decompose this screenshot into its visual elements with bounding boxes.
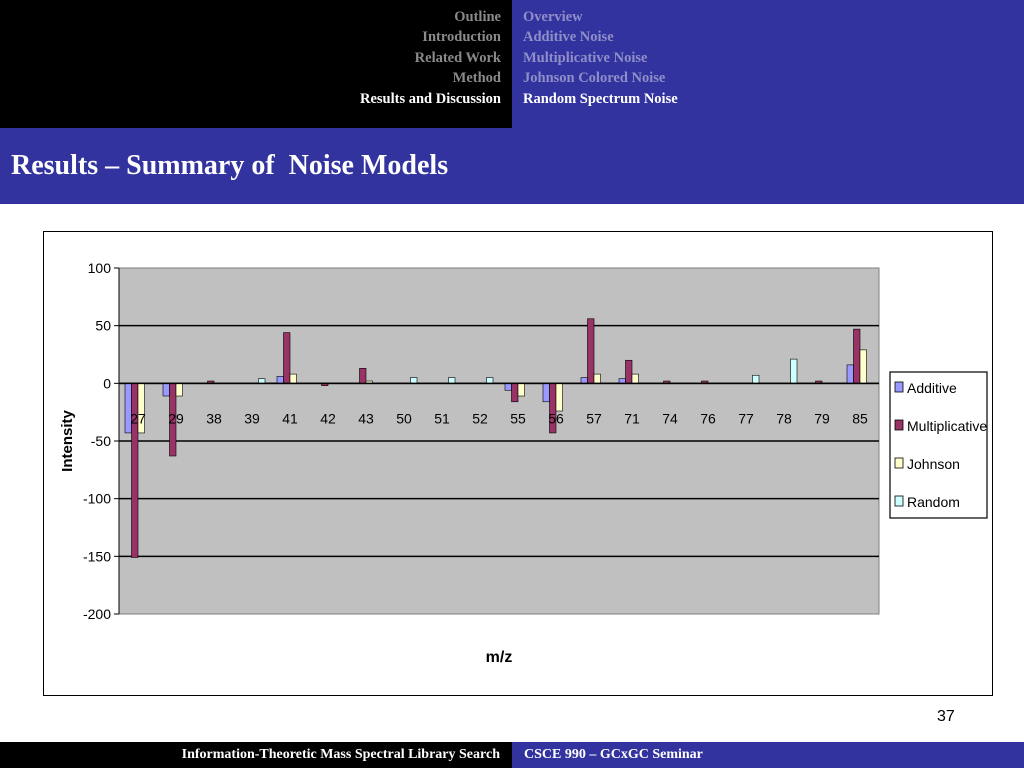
legend-label-johnson: Johnson (907, 456, 960, 472)
bar-random-52 (486, 377, 494, 384)
x-tick-label: 55 (510, 410, 526, 426)
bar-additive-57 (580, 377, 588, 384)
bar-random-77 (752, 374, 760, 384)
x-tick-label: 38 (206, 410, 222, 426)
bar-multiplicative-55 (511, 383, 519, 403)
y-tick-label: -50 (91, 433, 111, 449)
y-tick-label: -150 (83, 548, 111, 564)
bar-additive-85 (846, 364, 854, 384)
bar-johnson-41 (289, 373, 297, 384)
page-number: 37 (937, 708, 955, 725)
x-axis-title: m/z (486, 649, 513, 666)
x-tick-label: 56 (548, 410, 564, 426)
bar-additive-56 (542, 383, 550, 403)
bar-multiplicative-71 (625, 359, 633, 384)
bar-multiplicative-41 (283, 332, 291, 384)
subsection-nav: Overview Additive Noise Multiplicative Noi… (523, 7, 678, 109)
bar-random-78 (790, 358, 798, 384)
x-tick-label: 42 (320, 410, 336, 426)
x-tick-label: 41 (282, 410, 298, 426)
legend-label-multiplicative: Multiplicative (907, 418, 987, 434)
footer-left-panel: Information-Theoretic Mass Spectral Libr… (0, 742, 512, 768)
subnav-item-overview[interactable]: Overview (523, 7, 678, 27)
bar-random-51 (448, 377, 456, 384)
x-tick-label: 29 (168, 410, 184, 426)
nav-item-results-and-discussion[interactable]: Results and Discussion (360, 89, 501, 109)
x-tick-label: 50 (396, 410, 412, 426)
chart-frame: 100 50 0 -50 -100 -150 -200 27 29 38 39 41 42 43 50 51 5… (43, 231, 993, 696)
y-tick-label: -100 (83, 491, 111, 507)
x-tick-label: 52 (472, 410, 488, 426)
bar-multiplicative-43 (359, 368, 367, 384)
x-tick-label: 76 (700, 410, 716, 426)
x-tick-label: 27 (130, 410, 146, 426)
bar-multiplicative-85 (853, 328, 861, 384)
footer-course-name: CSCE 990 – GCxGC Seminar (524, 747, 703, 762)
y-tick-label: -200 (83, 606, 111, 622)
section-nav: Outline Introduction Related Work Method Res… (360, 7, 501, 109)
x-tick-label: 71 (624, 410, 640, 426)
bar-chart: 100 50 0 -50 -100 -150 -200 27 29 38 39 41 42 43 50 51 5… (59, 260, 988, 666)
x-tick-label: 77 (738, 410, 754, 426)
subnav-item-additive-noise[interactable]: Additive Noise (523, 27, 678, 47)
y-axis-title: Intensity (59, 410, 76, 472)
y-tick-label: 50 (95, 318, 111, 334)
nav-item-related-work[interactable]: Related Work (360, 48, 501, 68)
bar-johnson-57 (593, 373, 601, 384)
nav-item-introduction[interactable]: Introduction (360, 27, 501, 47)
header-nav-left-panel: Outline Introduction Related Work Method Res… (0, 0, 512, 128)
bar-johnson-29 (175, 383, 183, 397)
legend-swatch-additive (894, 381, 904, 393)
header-nav-right-panel: Overview Additive Noise Multiplicative Noi… (512, 0, 1024, 128)
x-tick-label: 39 (244, 410, 260, 426)
footer-right-panel: CSCE 990 – GCxGC Seminar (512, 742, 1024, 768)
nav-item-outline[interactable]: Outline (360, 7, 501, 27)
y-tick-label: 100 (88, 260, 112, 276)
legend-label-additive: Additive (907, 380, 957, 396)
nav-item-method[interactable]: Method (360, 68, 501, 88)
x-tick-label: 51 (434, 410, 450, 426)
y-tick-label: 0 (103, 375, 111, 391)
bar-johnson-71 (631, 373, 639, 384)
x-tick-label: 57 (586, 410, 602, 426)
subnav-item-multiplicative-noise[interactable]: Multiplicative Noise (523, 48, 678, 68)
legend-swatch-johnson (894, 457, 904, 469)
legend-label-random: Random (907, 494, 960, 510)
x-tick-label: 85 (852, 410, 868, 426)
bar-additive-41 (276, 376, 284, 384)
bar-additive-29 (162, 383, 170, 397)
bar-johnson-56 (555, 383, 563, 412)
slide-title: Results – Summary of Noise Models (11, 150, 449, 181)
x-tick-label: 74 (662, 410, 678, 426)
bar-multiplicative-57 (587, 318, 595, 384)
bar-johnson-85 (859, 349, 867, 384)
legend-swatch-random (894, 495, 904, 507)
bar-random-50 (410, 377, 418, 384)
bar-johnson-55 (517, 383, 525, 397)
x-tick-label: 78 (776, 410, 792, 426)
x-tick-label: 79 (814, 410, 830, 426)
x-tick-label: 43 (358, 410, 374, 426)
bar-additive-55 (504, 383, 512, 391)
subnav-item-random-spectrum-noise[interactable]: Random Spectrum Noise (523, 89, 678, 109)
subnav-item-johnson-colored-noise[interactable]: Johnson Colored Noise (523, 68, 678, 88)
legend-swatch-multiplicative (894, 419, 904, 431)
footer-talk-title: Information-Theoretic Mass Spectral Libr… (181, 747, 500, 762)
